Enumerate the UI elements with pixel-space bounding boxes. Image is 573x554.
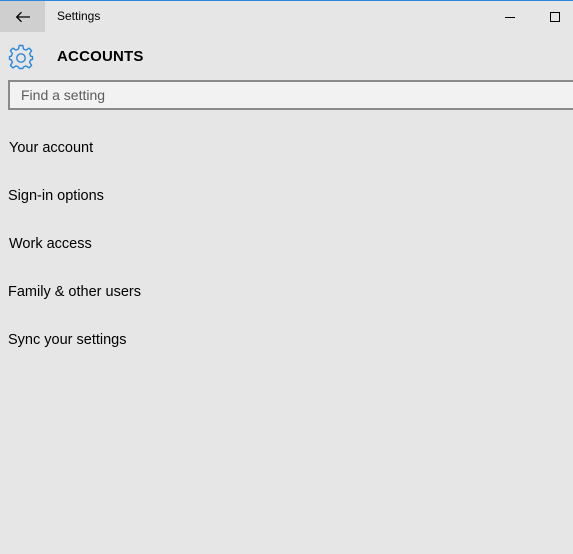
title-bar: Settings	[0, 1, 573, 32]
window-title: Settings	[57, 9, 101, 23]
search-input[interactable]	[10, 82, 573, 108]
nav-item-sign-in-options[interactable]: Sign-in options	[8, 188, 104, 204]
minimize-icon	[505, 16, 515, 18]
nav-item-work-access[interactable]: Work access	[9, 236, 92, 252]
search-box[interactable]	[8, 80, 573, 110]
page-header: ACCOUNTS	[0, 40, 573, 74]
arrow-left-icon	[15, 11, 30, 22]
maximize-icon	[550, 11, 560, 22]
nav-item-your-account[interactable]: Your account	[9, 140, 93, 156]
nav-item-family-other-users[interactable]: Family & other users	[8, 284, 141, 300]
page-title: ACCOUNTS	[57, 48, 144, 65]
back-button[interactable]	[0, 1, 45, 32]
gear-icon	[8, 44, 34, 70]
minimize-button[interactable]	[488, 1, 532, 32]
maximize-button[interactable]	[533, 1, 573, 32]
nav-item-sync-settings[interactable]: Sync your settings	[8, 332, 126, 348]
